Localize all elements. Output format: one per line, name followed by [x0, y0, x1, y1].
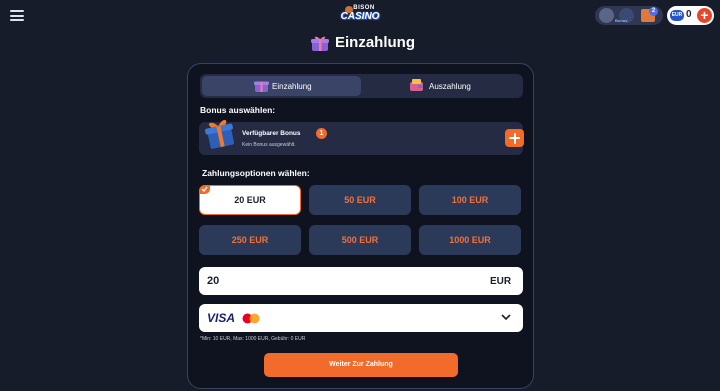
- hamburger-icon[interactable]: [10, 10, 24, 21]
- payment-section-label: Zahlungsoptionen wählen:: [202, 168, 310, 178]
- amount-option[interactable]: 20 EUR: [199, 185, 301, 215]
- gift-icon: [311, 36, 329, 51]
- check-icon: [199, 185, 210, 194]
- balance-value: 0: [686, 9, 692, 20]
- payment-limits: *Min: 10 EUR, Max: 1000 EUR, Gebühr: 0 E…: [200, 336, 306, 342]
- payment-method-select[interactable]: VISA: [199, 304, 523, 332]
- notification-badge: 2: [649, 7, 658, 16]
- currency-badge: EUR: [670, 10, 684, 21]
- wallet-balance[interactable]: EUR 0 +: [667, 6, 714, 25]
- tab-deposit[interactable]: Einzahlung: [202, 76, 361, 96]
- tab-withdraw[interactable]: Auszahlung: [363, 76, 521, 96]
- bonus-subtitle: Kein Bonus ausgewählt.: [242, 142, 296, 148]
- promotions-pill[interactable]: Bonus 2: [595, 6, 663, 25]
- deposit-card: Einzahlung Auszahlung Bonus auswählen: V…: [187, 63, 534, 389]
- amount-input[interactable]: [199, 267, 523, 295]
- amount-option[interactable]: 50 EUR: [309, 185, 411, 215]
- bison-mascot-icon: [345, 6, 353, 13]
- amount-option[interactable]: 100 EUR: [419, 185, 521, 215]
- mastercard-icon: [242, 313, 260, 324]
- bonus-label: Bonus: [615, 18, 628, 23]
- wallet-icon: [410, 79, 423, 91]
- amount-option[interactable]: 1000 EUR: [419, 225, 521, 255]
- bonus-title: Verfügbarer Bonus: [242, 130, 301, 137]
- bonus-count-badge: 1: [316, 128, 327, 139]
- bonus-selector[interactable]: Verfügbarer Bonus 1 Kein Bonus ausgewähl…: [199, 119, 524, 155]
- avatar-icon: [599, 8, 614, 23]
- continue-to-payment-button[interactable]: Weiter Zur Zahlung: [264, 353, 458, 377]
- amount-option[interactable]: 500 EUR: [309, 225, 411, 255]
- page-title: Einzahlung: [335, 34, 415, 51]
- add-bonus-button[interactable]: [505, 129, 524, 147]
- gift-box-icon: [205, 119, 235, 149]
- bison-casino-logo[interactable]: BISON CASINO: [339, 5, 381, 27]
- amount-option[interactable]: 250 EUR: [199, 225, 301, 255]
- chevron-down-icon: [501, 314, 511, 321]
- top-bar: BISON CASINO Bonus 2 EUR 0 +: [0, 0, 720, 30]
- bonus-section-label: Bonus auswählen:: [200, 105, 276, 115]
- tab-withdraw-label: Auszahlung: [429, 82, 471, 91]
- currency-label: EUR: [490, 276, 512, 287]
- tab-deposit-label: Einzahlung: [272, 82, 312, 91]
- tab-bar: Einzahlung Auszahlung: [200, 74, 523, 98]
- visa-logo: VISA: [207, 311, 236, 325]
- plus-icon[interactable]: +: [697, 8, 712, 23]
- gift-icon: [254, 81, 269, 92]
